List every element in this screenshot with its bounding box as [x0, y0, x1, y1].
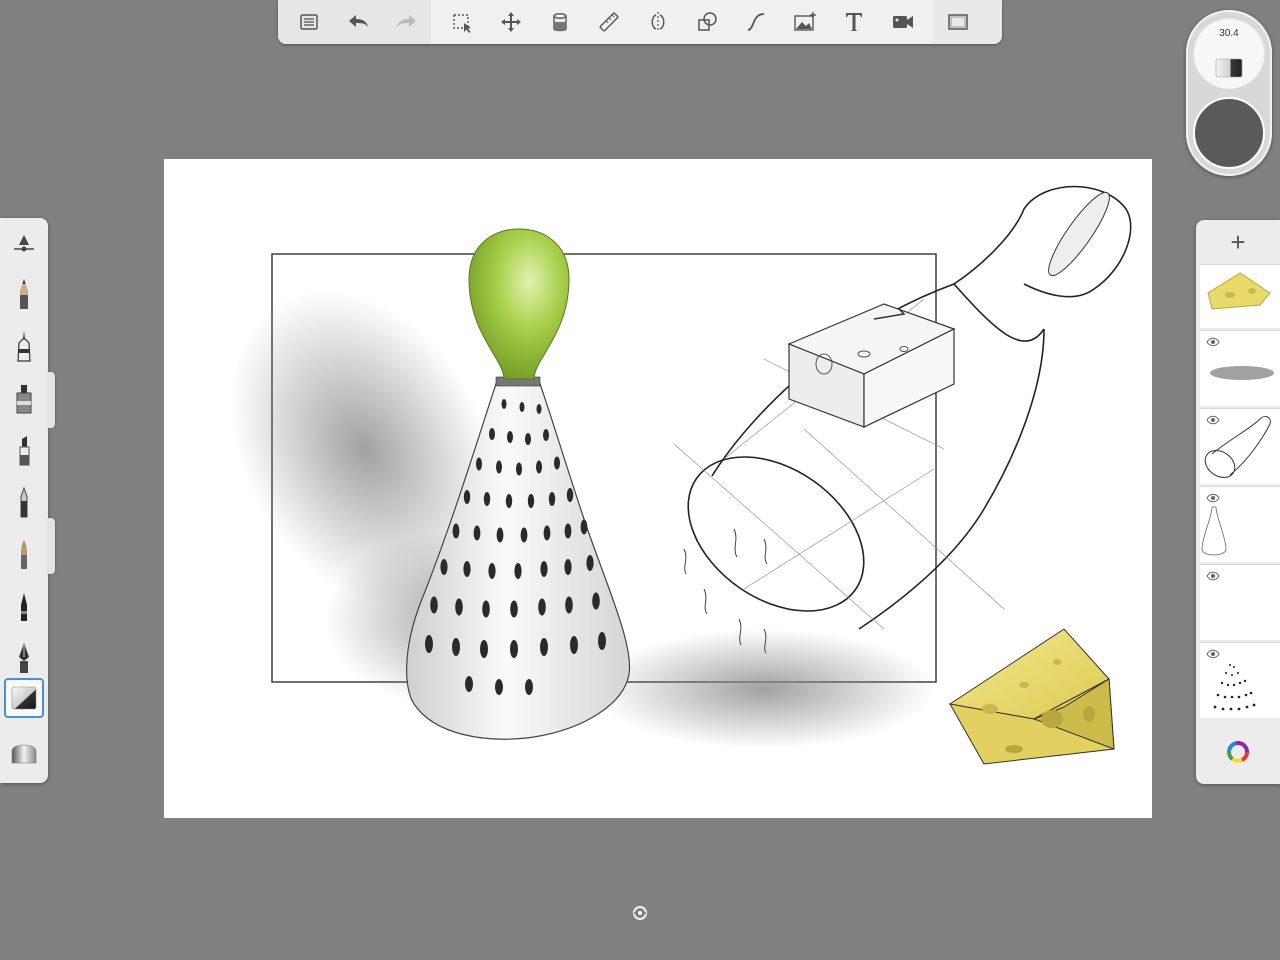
cheese-wedge	[948, 628, 1115, 765]
eye-icon[interactable]	[1206, 415, 1220, 425]
paint-brush-icon	[21, 540, 27, 569]
undo-icon	[348, 15, 368, 27]
symmetry-icon	[651, 12, 664, 32]
sketchbook-app: 30.4 +	[0, 0, 1280, 960]
eye-icon[interactable]	[1206, 337, 1220, 347]
eye-icon[interactable]	[1206, 649, 1220, 659]
selection-icon	[452, 14, 471, 33]
video-record-icon	[892, 16, 913, 28]
brush-marker[interactable]	[4, 378, 44, 418]
menu-button[interactable]	[284, 0, 333, 44]
pencil-icon	[20, 279, 28, 309]
brush-properties-icon	[14, 235, 34, 252]
color-puck[interactable]	[1193, 97, 1265, 169]
shapes-icon	[697, 12, 717, 31]
brush-fountain-pen[interactable]	[4, 638, 44, 678]
add-layer-button[interactable]: +	[1196, 220, 1280, 264]
ruler-icon	[599, 12, 618, 32]
shapes-button[interactable]	[682, 0, 731, 44]
add-image-button[interactable]	[780, 0, 829, 44]
layer-shadow[interactable]	[1200, 330, 1280, 406]
brush-soft-eraser[interactable]	[4, 732, 44, 772]
text-icon	[845, 13, 862, 31]
green-knob	[468, 228, 570, 380]
hard-eraser-icon	[1215, 58, 1243, 78]
brush-paintbrush[interactable]	[4, 534, 44, 574]
french-curve-icon	[747, 13, 764, 31]
drawing-canvas[interactable]	[164, 159, 1152, 818]
redo-icon	[396, 15, 416, 27]
fine-pen-icon	[21, 593, 27, 621]
layer-thumbnail	[1207, 272, 1271, 310]
soft-eraser-icon	[11, 744, 37, 764]
brush-technical-pen[interactable]	[4, 326, 44, 366]
brush-puck[interactable]: 30.4	[1186, 10, 1272, 176]
refresh-icon[interactable]	[632, 905, 648, 921]
brush-chisel-marker[interactable]	[4, 430, 44, 470]
palette-drag-handle[interactable]	[47, 518, 55, 574]
toolbar-view-group	[933, 0, 988, 44]
brush-pencil[interactable]	[4, 274, 44, 314]
undo-button[interactable]	[333, 0, 382, 44]
text-button[interactable]	[829, 0, 878, 44]
transform-button[interactable]	[486, 0, 535, 44]
curve-button[interactable]	[731, 0, 780, 44]
layer-cheese[interactable]	[1200, 264, 1280, 328]
record-button[interactable]	[878, 0, 927, 44]
symmetry-button[interactable]	[633, 0, 682, 44]
brush-hard-eraser[interactable]	[4, 678, 44, 718]
top-toolbar	[278, 0, 1002, 44]
fullscreen-button[interactable]	[933, 0, 982, 44]
fill-button[interactable]	[535, 0, 584, 44]
eye-icon[interactable]	[1206, 493, 1220, 503]
redo-button[interactable]	[382, 0, 431, 44]
ruler-button[interactable]	[584, 0, 633, 44]
brush-properties-button[interactable]	[4, 222, 44, 262]
layer-sketch[interactable]	[1200, 408, 1280, 484]
sketch-cheese-block	[787, 303, 956, 428]
list-icon	[299, 14, 318, 30]
color-wheel-icon[interactable]	[1226, 740, 1250, 764]
toolbar-history-group	[278, 0, 431, 44]
fill-bucket-icon	[552, 13, 567, 32]
brush-fine-pen[interactable]	[4, 586, 44, 626]
marker-icon	[16, 385, 32, 414]
layer-outline[interactable]	[1200, 486, 1280, 562]
toolbar-tools-group	[431, 0, 933, 44]
layer-holes[interactable]	[1200, 642, 1280, 718]
brush-palette	[0, 218, 48, 783]
layers-panel: +	[1196, 220, 1280, 784]
select-button[interactable]	[437, 0, 486, 44]
technical-pen-icon	[17, 331, 31, 362]
brush-size-puck[interactable]: 30.4	[1193, 17, 1265, 89]
eye-icon[interactable]	[1206, 571, 1220, 581]
artwork	[229, 185, 1132, 765]
brush-size-value: 30.4	[1219, 28, 1239, 39]
fountain-pen-icon	[19, 643, 29, 673]
fullscreen-icon	[947, 14, 968, 30]
brush-ballpoint[interactable]	[4, 482, 44, 522]
move-icon	[500, 12, 521, 32]
chisel-marker-icon	[19, 436, 30, 466]
layer-empty[interactable]	[1200, 564, 1280, 640]
ballpoint-pen-icon	[20, 486, 28, 518]
palette-drag-handle[interactable]	[47, 372, 55, 428]
hard-eraser-icon	[11, 686, 37, 710]
add-image-icon	[793, 12, 816, 31]
